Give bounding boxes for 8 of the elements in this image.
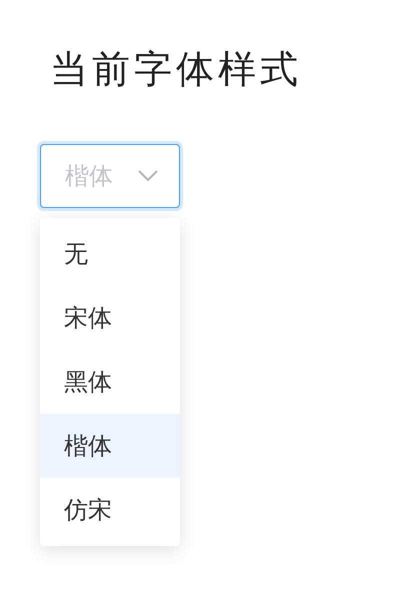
dropdown-option[interactable]: 宋体 (40, 286, 180, 350)
page-title: 当前字体样式 (50, 48, 303, 93)
dropdown-option[interactable]: 无 (40, 222, 180, 286)
dropdown-option[interactable]: 黑体 (40, 350, 180, 414)
dropdown-option[interactable]: 楷体 (40, 414, 180, 478)
font-select-field[interactable]: 楷体 (40, 144, 180, 208)
chevron-icon (138, 170, 158, 182)
dropdown-option[interactable]: 仿宋 (40, 478, 180, 542)
